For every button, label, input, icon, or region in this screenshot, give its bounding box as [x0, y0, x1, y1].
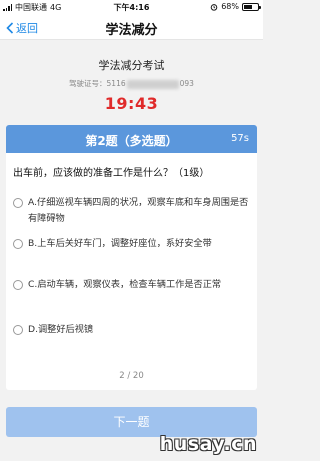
- license-end: 093: [179, 79, 194, 88]
- question-text: 出车前，应该做的准备工作是什么？（1级）: [13, 168, 210, 179]
- page-title: 学法减分: [105, 23, 158, 38]
- license-number: 驾驶证号：5116 093: [0, 78, 263, 89]
- option-d-label: D.调整好后视镜: [28, 324, 94, 335]
- option-a-label: A.仔细巡视车辆四周的状况，观察车底和车身周围是否有障碍物: [28, 197, 249, 224]
- countdown-timer: 19:43: [104, 94, 159, 113]
- battery-icon: [242, 2, 261, 11]
- question-header: 第2题（多选题） 57s: [6, 125, 257, 153]
- nav-bar: 返回 学法减分: [0, 14, 263, 40]
- option-a[interactable]: A.仔细巡视车辆四周的状况，观察车底和车身周围是否有障碍物: [13, 195, 251, 227]
- option-d[interactable]: D.调整好后视镜: [13, 322, 251, 338]
- option-d-radio[interactable]: [13, 325, 23, 335]
- question-number: 第2题（多选题）: [85, 134, 178, 148]
- license-redaction: [126, 79, 179, 89]
- option-b-label: B.上车后关好车门，调整好座位，系好安全带: [28, 238, 212, 249]
- status-bar: 中国联通 4G 下午4:16 68%: [0, 0, 263, 14]
- option-c-label: C.启动车辆，观察仪表，检查车辆工作是否正常: [28, 279, 222, 290]
- question-card: 第2题（多选题） 57s 出车前，应该做的准备工作是什么？（1级） A.仔细巡视…: [6, 125, 257, 390]
- alarm-icon: [210, 3, 218, 11]
- question-progress: 2 / 20: [119, 371, 144, 381]
- option-c-radio[interactable]: [13, 280, 23, 290]
- license-start: 5116: [106, 79, 126, 88]
- exam-header: 学法减分考试 驾驶证号：5116 093 19:43: [0, 40, 263, 120]
- option-a-radio[interactable]: [13, 198, 23, 208]
- question-seconds: 57s: [231, 133, 249, 144]
- license-prefix: 驾驶证号：: [69, 79, 107, 88]
- watermark: husay.cn: [159, 433, 257, 455]
- option-c[interactable]: C.启动车辆，观察仪表，检查车辆工作是否正常: [13, 277, 251, 293]
- battery-percent: 68%: [221, 2, 239, 11]
- status-right: 68%: [210, 2, 261, 11]
- exam-name: 学法减分考试: [98, 59, 165, 72]
- option-b[interactable]: B.上车后关好车门，调整好座位，系好安全带: [13, 236, 251, 252]
- option-b-radio[interactable]: [13, 239, 23, 249]
